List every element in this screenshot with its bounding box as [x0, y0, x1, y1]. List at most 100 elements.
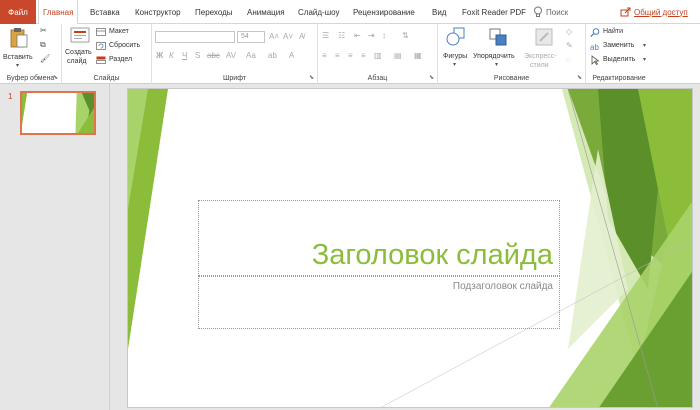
reset-icon: [96, 42, 106, 50]
shrink-font-icon[interactable]: A˅: [283, 32, 293, 42]
replace-button[interactable]: ab Заменить ▾: [590, 41, 650, 52]
quick-styles-label-1: Экспресс-: [524, 53, 557, 60]
paste-dropdown-icon: ▾: [16, 63, 20, 69]
title-placeholder[interactable]: Заголовок слайда: [198, 200, 560, 276]
decrease-indent-icon[interactable]: ⇤: [354, 31, 361, 41]
arrange-icon: [489, 28, 507, 46]
replace-icon: ab: [590, 43, 599, 51]
shapes-dropdown-icon: ▾: [453, 62, 457, 68]
shadow-icon[interactable]: S: [195, 51, 200, 61]
underline-icon[interactable]: Ч: [182, 51, 187, 61]
share-button[interactable]: Общий доступ: [620, 0, 688, 24]
find-button[interactable]: Найти: [590, 27, 650, 38]
layout-button[interactable]: Макет: [96, 27, 148, 38]
shapes-button[interactable]: Фигуры ▾: [440, 26, 472, 70]
copy-icon[interactable]: ⧉: [40, 40, 46, 50]
shapes-icon: [446, 27, 465, 46]
font-color-icon[interactable]: A: [289, 51, 294, 61]
find-icon: [590, 28, 600, 37]
share-icon: [620, 7, 631, 17]
paste-button[interactable]: Вставить ▾: [2, 26, 36, 70]
paste-icon: [10, 28, 28, 48]
group-editing-label: Редактирование: [592, 75, 646, 82]
select-dropdown-icon: ▾: [643, 57, 647, 63]
font-launcher-icon[interactable]: ⬊: [309, 74, 314, 81]
select-button[interactable]: Выделить ▾: [590, 55, 650, 66]
group-drawing: Фигуры ▾ Упорядочить ▾ Экспресс- стили ◇…: [438, 24, 586, 84]
reset-button[interactable]: Сбросить: [96, 41, 148, 52]
group-clipboard: Вставить ▾ ✂ ⧉ 🖌 Буфер обмена ⬊: [0, 24, 62, 84]
drawing-launcher-icon[interactable]: ⬊: [577, 74, 582, 81]
strikethrough-icon[interactable]: abc: [207, 51, 220, 61]
group-drawing-label: Рисование: [493, 75, 530, 82]
group-font-label: Шрифт: [222, 75, 247, 82]
spacing-icon[interactable]: AV: [226, 51, 236, 61]
shape-fill-icon[interactable]: ◇: [566, 27, 572, 37]
tab-slideshow[interactable]: Слайд-шоу: [294, 0, 343, 24]
search-label: Поиск: [546, 7, 569, 17]
tab-foxit[interactable]: Foxit Reader PDF: [458, 0, 530, 24]
tab-home[interactable]: Главная: [38, 0, 79, 25]
align-right-icon[interactable]: ≡: [348, 51, 353, 61]
select-label: Выделить: [603, 56, 636, 63]
group-slides-label: Слайды: [93, 75, 120, 82]
slide-canvas[interactable]: Заголовок слайда Подзаголовок слайда: [127, 88, 693, 408]
thumbnail-graphic: [22, 93, 94, 133]
align-left-icon[interactable]: ≡: [322, 51, 327, 61]
layout-label: Макет: [109, 28, 129, 35]
subtitle-placeholder[interactable]: Подзаголовок слайда: [198, 276, 560, 329]
bold-icon[interactable]: Ж: [156, 51, 163, 61]
tab-file[interactable]: Файл: [0, 0, 36, 24]
columns-icon[interactable]: ▥: [374, 51, 382, 61]
quick-styles-button[interactable]: Экспресс- стили: [524, 26, 564, 70]
format-painter-icon[interactable]: 🖌: [40, 54, 50, 64]
cut-icon[interactable]: ✂: [40, 26, 47, 36]
highlight-icon[interactable]: ab: [268, 51, 277, 61]
ribbon: Вставить ▾ ✂ ⧉ 🖌 Буфер обмена ⬊ Создать …: [0, 24, 700, 84]
group-clipboard-label: Буфер обмена: [6, 75, 55, 82]
section-icon: [96, 56, 106, 64]
tab-insert[interactable]: Вставка: [86, 0, 124, 24]
tab-animations[interactable]: Анимация: [243, 0, 289, 24]
share-label: Общий доступ: [634, 7, 688, 17]
increase-indent-icon[interactable]: ⇥: [368, 31, 375, 41]
slide-number: 1: [8, 92, 13, 101]
tab-review[interactable]: Рецензирование: [349, 0, 419, 24]
lightbulb-icon: [534, 6, 542, 17]
slide-thumbnail[interactable]: [20, 91, 96, 135]
align-center-icon[interactable]: ≡: [335, 51, 340, 61]
align-text-icon[interactable]: ▤: [394, 51, 402, 61]
font-size-combo[interactable]: 54: [237, 31, 265, 43]
new-slide-button[interactable]: Создать слайд: [64, 26, 94, 72]
tab-view[interactable]: Вид: [428, 0, 450, 24]
font-name-combo[interactable]: [155, 31, 235, 43]
line-spacing-icon[interactable]: ↕: [382, 31, 386, 41]
shape-outline-icon[interactable]: ✎: [566, 41, 573, 51]
ribbon-tab-bar: Файл Главная Вставка Конструктор Переход…: [0, 0, 700, 25]
justify-icon[interactable]: ≡: [361, 51, 366, 61]
group-paragraph-label: Абзац: [367, 75, 388, 82]
slide-title: Заголовок слайда: [311, 239, 553, 271]
tell-me-search[interactable]: Поиск: [533, 0, 568, 24]
numbering-icon[interactable]: ☷: [338, 31, 345, 41]
clipboard-launcher-icon[interactable]: ⬊: [53, 74, 58, 81]
new-slide-label-2: слайд: [67, 58, 87, 65]
tab-transitions[interactable]: Переходы: [191, 0, 237, 24]
replace-label: Заменить: [603, 42, 635, 49]
change-case-icon[interactable]: Aa: [246, 51, 256, 61]
tab-design[interactable]: Конструктор: [131, 0, 185, 24]
slide-subtitle: Подзаголовок слайда: [452, 281, 553, 292]
layout-icon: [96, 28, 106, 36]
arrange-button[interactable]: Упорядочить ▾: [473, 26, 523, 70]
clear-format-icon[interactable]: A̸: [299, 32, 304, 42]
grow-font-icon[interactable]: A˄: [269, 32, 279, 42]
italic-icon[interactable]: К: [169, 51, 174, 61]
paragraph-launcher-icon[interactable]: ⬊: [429, 74, 434, 81]
section-button[interactable]: Раздел: [96, 55, 148, 66]
smartart-icon[interactable]: ▦: [414, 51, 422, 61]
text-direction-icon[interactable]: ⇅: [402, 31, 409, 41]
bullets-icon[interactable]: ☰: [322, 31, 329, 41]
quick-styles-icon: [535, 28, 553, 46]
section-label: Раздел: [109, 56, 133, 63]
shape-effects-icon[interactable]: ◌: [566, 55, 571, 65]
